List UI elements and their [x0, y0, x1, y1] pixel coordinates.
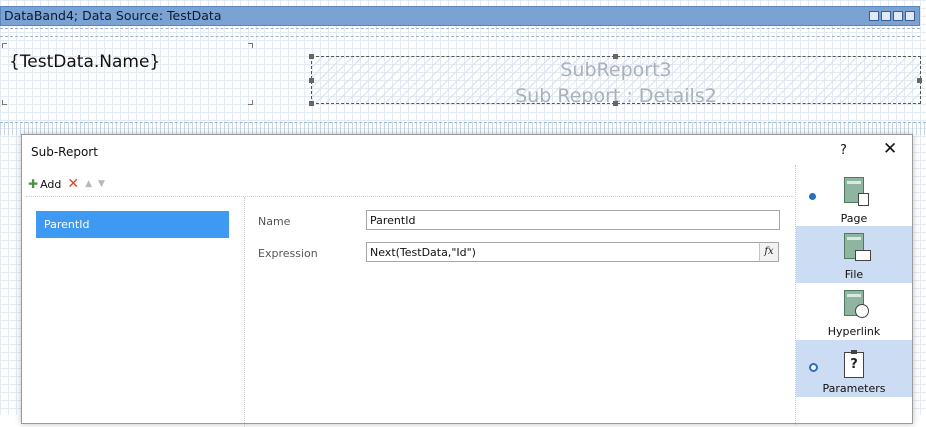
field-corner-mark	[2, 43, 7, 48]
side-item-label: Parameters	[822, 382, 886, 395]
field-corner-mark	[248, 100, 253, 105]
field-corner-mark	[248, 43, 253, 48]
expression-field[interactable]	[366, 242, 760, 262]
subreport-type-panel: Page File Hyperlink ? Parameters	[796, 165, 912, 425]
move-up-icon[interactable]: ▲	[85, 179, 92, 189]
name-field[interactable]	[366, 210, 780, 230]
parameters-icon: ?	[844, 350, 864, 378]
dialog-title: Sub-Report	[31, 145, 98, 159]
band-guide-line	[0, 28, 920, 29]
side-item-parameters[interactable]: ? Parameters	[796, 340, 912, 397]
toolbar-divider	[26, 196, 794, 197]
side-item-label: Page	[840, 212, 868, 225]
expression-editor-button[interactable]: fx	[759, 242, 779, 262]
side-item-label: Hyperlink	[827, 325, 881, 338]
databand-title: DataBand4; Data Source: TestData	[4, 8, 222, 23]
side-item-file[interactable]: File	[796, 226, 912, 283]
subreport-dialog: Sub-Report ? ✕ ✚ Add ✕ ▲ ▼ ParentId Name…	[21, 134, 913, 427]
move-down-icon[interactable]: ▼	[98, 179, 105, 189]
band-option-icon[interactable]	[893, 11, 903, 21]
field-corner-mark	[2, 100, 7, 105]
band-option-icon[interactable]	[869, 11, 879, 21]
band-option-icon[interactable]	[905, 11, 915, 21]
name-label: Name	[258, 215, 291, 228]
text-field-testdata-name[interactable]: {TestData.Name}	[9, 52, 160, 72]
side-item-hyperlink[interactable]: Hyperlink	[796, 283, 912, 340]
resize-handle[interactable]	[309, 101, 314, 106]
close-icon[interactable]: ✕	[883, 140, 897, 158]
databand-header[interactable]: DataBand4; Data Source: TestData	[0, 6, 920, 26]
monitor-badge-icon	[855, 250, 871, 261]
help-icon[interactable]: ?	[840, 143, 847, 158]
globe-badge-icon	[855, 304, 869, 318]
resize-handle[interactable]	[917, 78, 922, 83]
resize-handle[interactable]	[613, 101, 618, 106]
plus-icon: ✚	[28, 177, 39, 191]
delete-icon[interactable]: ✕	[67, 176, 79, 192]
resize-handle[interactable]	[613, 54, 618, 59]
resize-handle[interactable]	[309, 78, 314, 83]
list-divider	[244, 197, 245, 427]
band-option-icon[interactable]	[881, 11, 891, 21]
radio-icon	[809, 363, 818, 372]
side-item-page[interactable]: Page	[796, 170, 912, 227]
subreport-component[interactable]: SubReport3 Sub Report : Details2	[311, 56, 921, 104]
parameters-toolbar: ✚ Add ✕ ▲ ▼	[28, 175, 105, 193]
parameter-list-item[interactable]: ParentId	[36, 211, 229, 238]
subreport-name: SubReport3	[560, 59, 672, 81]
expression-label: Expression	[258, 247, 318, 260]
add-button[interactable]: ✚ Add	[28, 177, 61, 191]
band-header-buttons	[869, 11, 915, 21]
document-badge-icon	[858, 193, 869, 206]
resize-handle[interactable]	[309, 54, 314, 59]
add-label: Add	[40, 177, 62, 191]
radio-selected-icon	[809, 193, 816, 200]
side-item-label: File	[844, 268, 864, 281]
band-guide-line	[0, 36, 920, 37]
